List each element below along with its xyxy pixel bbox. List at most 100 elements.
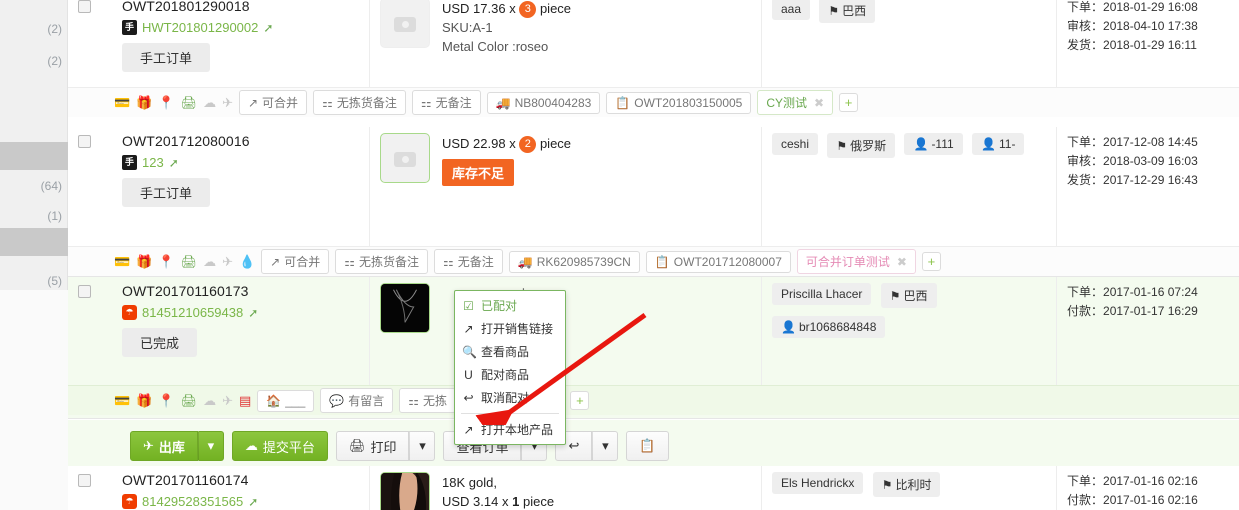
context-menu-item-match-product[interactable]: U 配对商品 — [455, 363, 565, 386]
money-icon[interactable]: 💳 — [114, 394, 130, 407]
buyer-account-chip-2[interactable]: 👤 11- — [972, 133, 1025, 155]
gift-icon[interactable]: 🎁 — [136, 96, 152, 109]
platform-order-number[interactable]: 81429528351565 — [142, 494, 243, 509]
tag-address[interactable]: 🏠 ___ — [257, 389, 315, 412]
external-link-icon[interactable]: ➚ — [248, 495, 258, 509]
tag-has-message[interactable]: 💬 有留言 — [320, 388, 394, 413]
copy-button[interactable]: 📋 — [626, 431, 669, 461]
tag-mergeable[interactable]: ↗ 可合并 — [238, 90, 308, 115]
platform-order-line: ☂ 81451210659438 ➚ — [122, 305, 359, 320]
tag-tracking-number[interactable]: 🚚 RK620985739CN — [508, 250, 640, 273]
add-tag-button[interactable]: + — [570, 391, 590, 410]
product-thumbnail[interactable] — [380, 472, 430, 510]
tag-related-order[interactable]: 📋 OWT201712080007 — [645, 250, 791, 273]
gift-icon[interactable]: 🎁 — [136, 255, 152, 268]
add-tag-button[interactable]: + — [921, 252, 941, 271]
gift-icon[interactable]: 🎁 — [136, 394, 152, 407]
external-link-icon[interactable]: ➚ — [169, 156, 179, 170]
order-select-checkbox[interactable] — [78, 135, 91, 148]
item-attribute: Metal Color :roseo — [442, 39, 549, 54]
context-menu-item-open-local-product[interactable]: ↗ 打开本地产品 — [455, 418, 565, 441]
print-group: 🖨 打印 ▾ — [335, 431, 436, 461]
credit-card-icon[interactable]: ▤ — [239, 394, 251, 407]
context-menu-item-view-product[interactable]: 🔍 查看商品 — [455, 340, 565, 363]
context-menu-item-matched[interactable]: ☑ 已配对 — [455, 294, 565, 317]
location-pin-icon[interactable]: 📍 — [158, 394, 174, 407]
product-thumbnail[interactable] — [380, 133, 430, 183]
buyer-name-chip[interactable]: Els Hendrickx — [772, 472, 864, 494]
location-pin-icon[interactable]: 📍 — [158, 96, 174, 109]
buyer-account-chip[interactable]: 👤 -111 — [904, 133, 963, 155]
buyer-account-chip[interactable]: 👤 br1068684848 — [772, 316, 886, 338]
external-link-icon: ↗ — [463, 422, 474, 437]
tag-pick-note[interactable]: ⚏ 无拣货备注 — [335, 249, 429, 274]
time-value: 2017-01-16 02:16 — [1103, 493, 1198, 507]
money-icon[interactable]: 💳 — [114, 96, 130, 109]
time-row: 审核：2018-04-10 17:38 — [1067, 17, 1229, 36]
order-select-checkbox[interactable] — [78, 474, 91, 487]
drop-icon[interactable]: 💧 — [239, 255, 255, 268]
tag-pick-note[interactable]: ⚏ 无拣 — [399, 388, 457, 413]
tag-pick-note[interactable]: ⚏ 无拣货备注 — [313, 90, 406, 115]
buyer-name-chip[interactable]: aaa — [772, 0, 811, 20]
context-menu-item-open-sales-link[interactable]: ↗ 打开销售链接 — [455, 317, 565, 340]
buyer-country-chip[interactable]: ⚑ 俄罗斯 — [827, 133, 896, 158]
user-icon: 👤 — [913, 137, 929, 151]
sidebar-band-2 — [0, 228, 68, 256]
location-pin-icon[interactable]: 📍 — [158, 255, 174, 268]
remove-tag-icon[interactable]: ✖ — [897, 255, 907, 269]
order-number: OWT201801290018 — [122, 0, 250, 14]
sidebar-count-2[interactable]: (64) — [0, 175, 68, 197]
cloud-upload-icon[interactable]: ☁ — [203, 96, 216, 109]
money-icon[interactable]: 💳 — [114, 255, 130, 268]
sidebar-count-0[interactable]: (2) — [0, 18, 68, 40]
airplane-icon[interactable]: ✈ — [222, 394, 233, 407]
bookmark-icon: ⚏ — [344, 254, 356, 269]
tag-custom[interactable]: 可合并订单测试 ✖ — [796, 249, 916, 274]
airplane-icon[interactable]: ✈ — [222, 255, 233, 268]
printer-icon[interactable]: 🖨 — [181, 96, 198, 109]
print-dropdown-button[interactable]: ▾ — [409, 431, 436, 461]
buyer-country-chip[interactable]: ⚑ 巴西 — [880, 283, 937, 308]
product-thumbnail[interactable] — [380, 0, 430, 48]
printer-icon[interactable]: 🖨 — [181, 394, 198, 407]
user-icon: 👤 — [781, 320, 796, 334]
airplane-icon[interactable]: ✈ — [222, 96, 233, 109]
tag-related-order[interactable]: 📋 OWT201803150005 — [606, 91, 752, 114]
sidebar-count-3[interactable]: (1) — [0, 205, 68, 227]
time-label: 发货： — [1067, 38, 1104, 52]
printer-icon[interactable]: 🖨 — [181, 255, 198, 268]
ship-out-dropdown-button[interactable]: ▾ — [197, 431, 224, 461]
tag-note[interactable]: ⚏ 无备注 — [434, 249, 503, 274]
product-thumbnail[interactable] — [380, 283, 430, 333]
time-row: 下单：2017-01-16 07:24 — [1067, 283, 1229, 302]
buyer-country-chip[interactable]: ⚑ 比利时 — [872, 472, 941, 497]
platform-order-number[interactable]: HWT201801290002 — [142, 20, 258, 35]
cloud-upload-icon[interactable]: ☁ — [203, 394, 216, 407]
platform-order-number[interactable]: 81451210659438 — [142, 305, 243, 320]
buyer-name-chip[interactable]: Priscilla Lhacer — [772, 283, 872, 305]
remove-tag-icon[interactable]: ✖ — [814, 96, 824, 110]
tag-note[interactable]: ⚏ 无备注 — [411, 90, 481, 115]
tag-mergeable[interactable]: ↗ 可合并 — [261, 249, 330, 274]
tag-custom[interactable]: CY测试 ✖ — [757, 90, 834, 115]
print-button[interactable]: 🖨 打印 — [335, 431, 410, 461]
sidebar-lower-gap — [0, 290, 68, 510]
order-select-checkbox[interactable] — [78, 285, 91, 298]
external-link-icon[interactable]: ➚ — [263, 21, 273, 35]
order-times-cell: 下单：2018-01-29 16:08 审核：2018-04-10 17:38 … — [1057, 0, 1239, 87]
sidebar-count-4[interactable]: (5) — [0, 270, 68, 292]
sidebar-count-1[interactable]: (2) — [0, 50, 68, 72]
cloud-upload-icon[interactable]: ☁ — [203, 255, 216, 268]
submit-platform-button[interactable]: ☁ 提交平台 — [231, 431, 328, 461]
undo-dropdown-button[interactable]: ▾ — [592, 431, 619, 461]
buyer-country-chip[interactable]: ⚑ 巴西 — [819, 0, 876, 23]
add-tag-button[interactable]: + — [839, 93, 859, 112]
buyer-name-chip[interactable]: ceshi — [772, 133, 819, 155]
platform-order-number[interactable]: 123 — [142, 155, 164, 170]
ship-out-button[interactable]: ✈ 出库 — [130, 431, 198, 461]
order-select-checkbox[interactable] — [78, 0, 91, 13]
external-link-icon[interactable]: ➚ — [248, 306, 258, 320]
context-menu-item-cancel-match[interactable]: ↩ 取消配对 — [455, 386, 565, 409]
tag-tracking-number[interactable]: 🚚 NB800404283 — [486, 91, 601, 114]
